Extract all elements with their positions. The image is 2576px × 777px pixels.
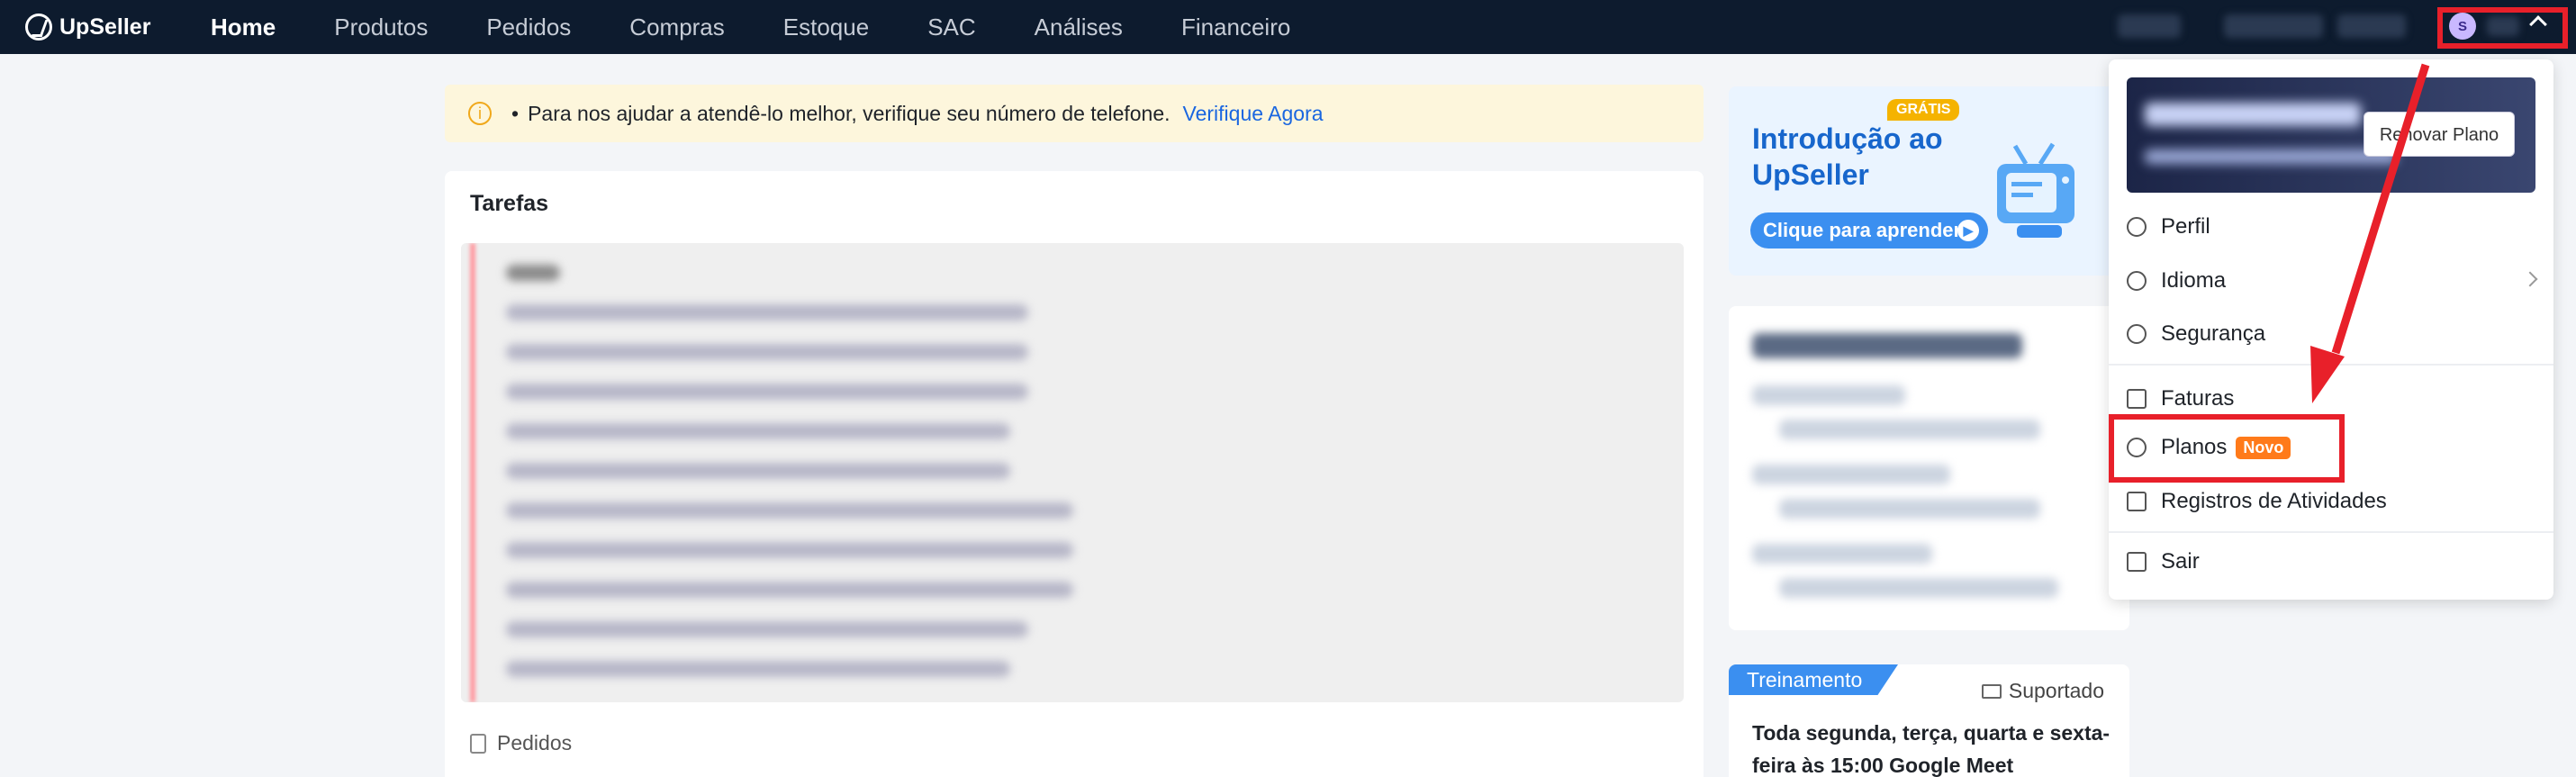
orders-label: Pedidos bbox=[497, 731, 573, 754]
menu-item-faturas[interactable]: Faturas bbox=[2127, 381, 2234, 417]
planos-highlight bbox=[2109, 414, 2345, 483]
blurred-list-item bbox=[506, 304, 1028, 321]
menu-item-label: Perfil bbox=[2161, 214, 2210, 239]
play-arrow-icon: ▶ bbox=[1957, 220, 1979, 241]
blurred-plan-line bbox=[1779, 578, 2058, 598]
user-icon bbox=[2127, 217, 2147, 237]
nav-produtos[interactable]: Produtos bbox=[334, 14, 428, 41]
blurred-list-item bbox=[506, 463, 1010, 479]
logo-icon bbox=[25, 14, 52, 41]
account-menu-highlight bbox=[2437, 7, 2568, 49]
menu-item-registros[interactable]: Registros de Atividades bbox=[2127, 483, 2387, 520]
blurred-plan-date bbox=[2145, 149, 2397, 164]
nav-estoque[interactable]: Estoque bbox=[783, 14, 869, 41]
intro-card[interactable]: GRÁTIS Introdução ao UpSeller Clique par… bbox=[1729, 86, 2129, 276]
nav-sac[interactable]: SAC bbox=[927, 14, 975, 41]
clipboard-icon bbox=[470, 733, 486, 754]
logout-icon bbox=[2127, 552, 2147, 572]
blurred-store-list bbox=[461, 243, 1684, 702]
blurred-list-item bbox=[506, 344, 1028, 360]
upseller-logo[interactable]: UpSeller bbox=[25, 11, 150, 43]
activity-log-icon bbox=[2127, 492, 2147, 511]
mail-icon bbox=[1981, 683, 2002, 699]
blurred-plan-line bbox=[1752, 465, 1950, 484]
blurred-list-item bbox=[506, 423, 1010, 439]
notice-text: Para nos ajudar a atendê-lo melhor, veri… bbox=[528, 101, 1170, 125]
learn-button-label: Clique para aprender bbox=[1763, 219, 1962, 241]
intro-title: Introdução ao UpSeller bbox=[1752, 122, 1943, 191]
blurred-list-item bbox=[506, 384, 1028, 400]
blurred-plan-line bbox=[1779, 420, 2040, 439]
menu-item-label: Idioma bbox=[2161, 268, 2227, 293]
support-label: Suportado bbox=[1981, 679, 2104, 703]
language-icon bbox=[2127, 271, 2147, 291]
blurred-list-item bbox=[506, 661, 1010, 677]
menu-item-perfil[interactable]: Perfil bbox=[2127, 209, 2210, 245]
blurred-list-item bbox=[506, 502, 1073, 519]
blurred-header-item[interactable] bbox=[2224, 14, 2323, 38]
verify-now-link[interactable]: Verifique Agora bbox=[1183, 102, 1324, 126]
menu-item-label: Registros de Atividades bbox=[2161, 489, 2387, 513]
free-badge: GRÁTIS bbox=[1887, 99, 1960, 121]
blurred-header-item[interactable] bbox=[2337, 14, 2406, 38]
menu-item-idioma[interactable]: Idioma bbox=[2127, 263, 2226, 299]
learn-button[interactable]: Clique para aprender ▶ bbox=[1750, 212, 1988, 248]
nav-pedidos[interactable]: Pedidos bbox=[486, 14, 571, 41]
menu-item-label: Faturas bbox=[2161, 386, 2235, 411]
tasks-title: Tarefas bbox=[470, 191, 549, 216]
menu-item-label: Sair bbox=[2161, 549, 2200, 574]
menu-item-sair[interactable]: Sair bbox=[2127, 544, 2200, 580]
training-schedule-text: Toda segunda, terça, quarta e sexta-feir… bbox=[1752, 721, 2111, 777]
info-warning-icon: i bbox=[468, 102, 492, 125]
blurred-plan-card[interactable] bbox=[1729, 306, 2129, 630]
menu-item-label: Segurança bbox=[2161, 321, 2266, 346]
blurred-list-item bbox=[506, 621, 1028, 637]
renew-plan-button[interactable]: Renovar Plano bbox=[2364, 112, 2515, 157]
tv-illustration-icon bbox=[1997, 142, 2074, 238]
nav-home[interactable]: Home bbox=[211, 14, 276, 41]
top-nav-bar: UpSeller Home Produtos Pedidos Compras E… bbox=[0, 0, 2576, 54]
phone-verification-notice: i • Para nos ajudar a atendê-lo melhor, … bbox=[445, 85, 1704, 142]
menu-item-seguranca[interactable]: Segurança bbox=[2127, 316, 2265, 352]
orders-section-label: Pedidos bbox=[470, 731, 572, 755]
nav-compras[interactable]: Compras bbox=[629, 14, 724, 41]
training-tag: Treinamento bbox=[1729, 664, 1898, 695]
alert-bar bbox=[470, 243, 475, 702]
shield-icon bbox=[2127, 324, 2147, 344]
blurred-list-item bbox=[506, 542, 1073, 558]
blurred-plan-title bbox=[1752, 333, 2022, 358]
nav-analises[interactable]: Análises bbox=[1035, 14, 1123, 41]
blurred-plan-name bbox=[2145, 103, 2361, 126]
menu-divider bbox=[2109, 364, 2553, 366]
menu-divider bbox=[2109, 531, 2553, 533]
tasks-card: Tarefas Pedidos bbox=[445, 171, 1704, 777]
main-nav: Home Produtos Pedidos Compras Estoque SA… bbox=[211, 0, 1349, 54]
blurred-list-item bbox=[506, 582, 1073, 598]
blurred-heading bbox=[506, 265, 560, 281]
blurred-header-icons[interactable] bbox=[2118, 14, 2181, 38]
blurred-plan-line bbox=[1752, 385, 1905, 405]
invoice-icon bbox=[2127, 389, 2147, 409]
bullet: • bbox=[511, 101, 520, 125]
blurred-plan-line bbox=[1779, 499, 2040, 519]
logo-text: UpSeller bbox=[59, 14, 151, 40]
training-card[interactable]: Treinamento Suportado Toda segunda, terç… bbox=[1729, 664, 2129, 777]
nav-financeiro[interactable]: Financeiro bbox=[1181, 14, 1290, 41]
blurred-plan-line bbox=[1752, 544, 1932, 564]
support-text: Suportado bbox=[2008, 679, 2104, 702]
